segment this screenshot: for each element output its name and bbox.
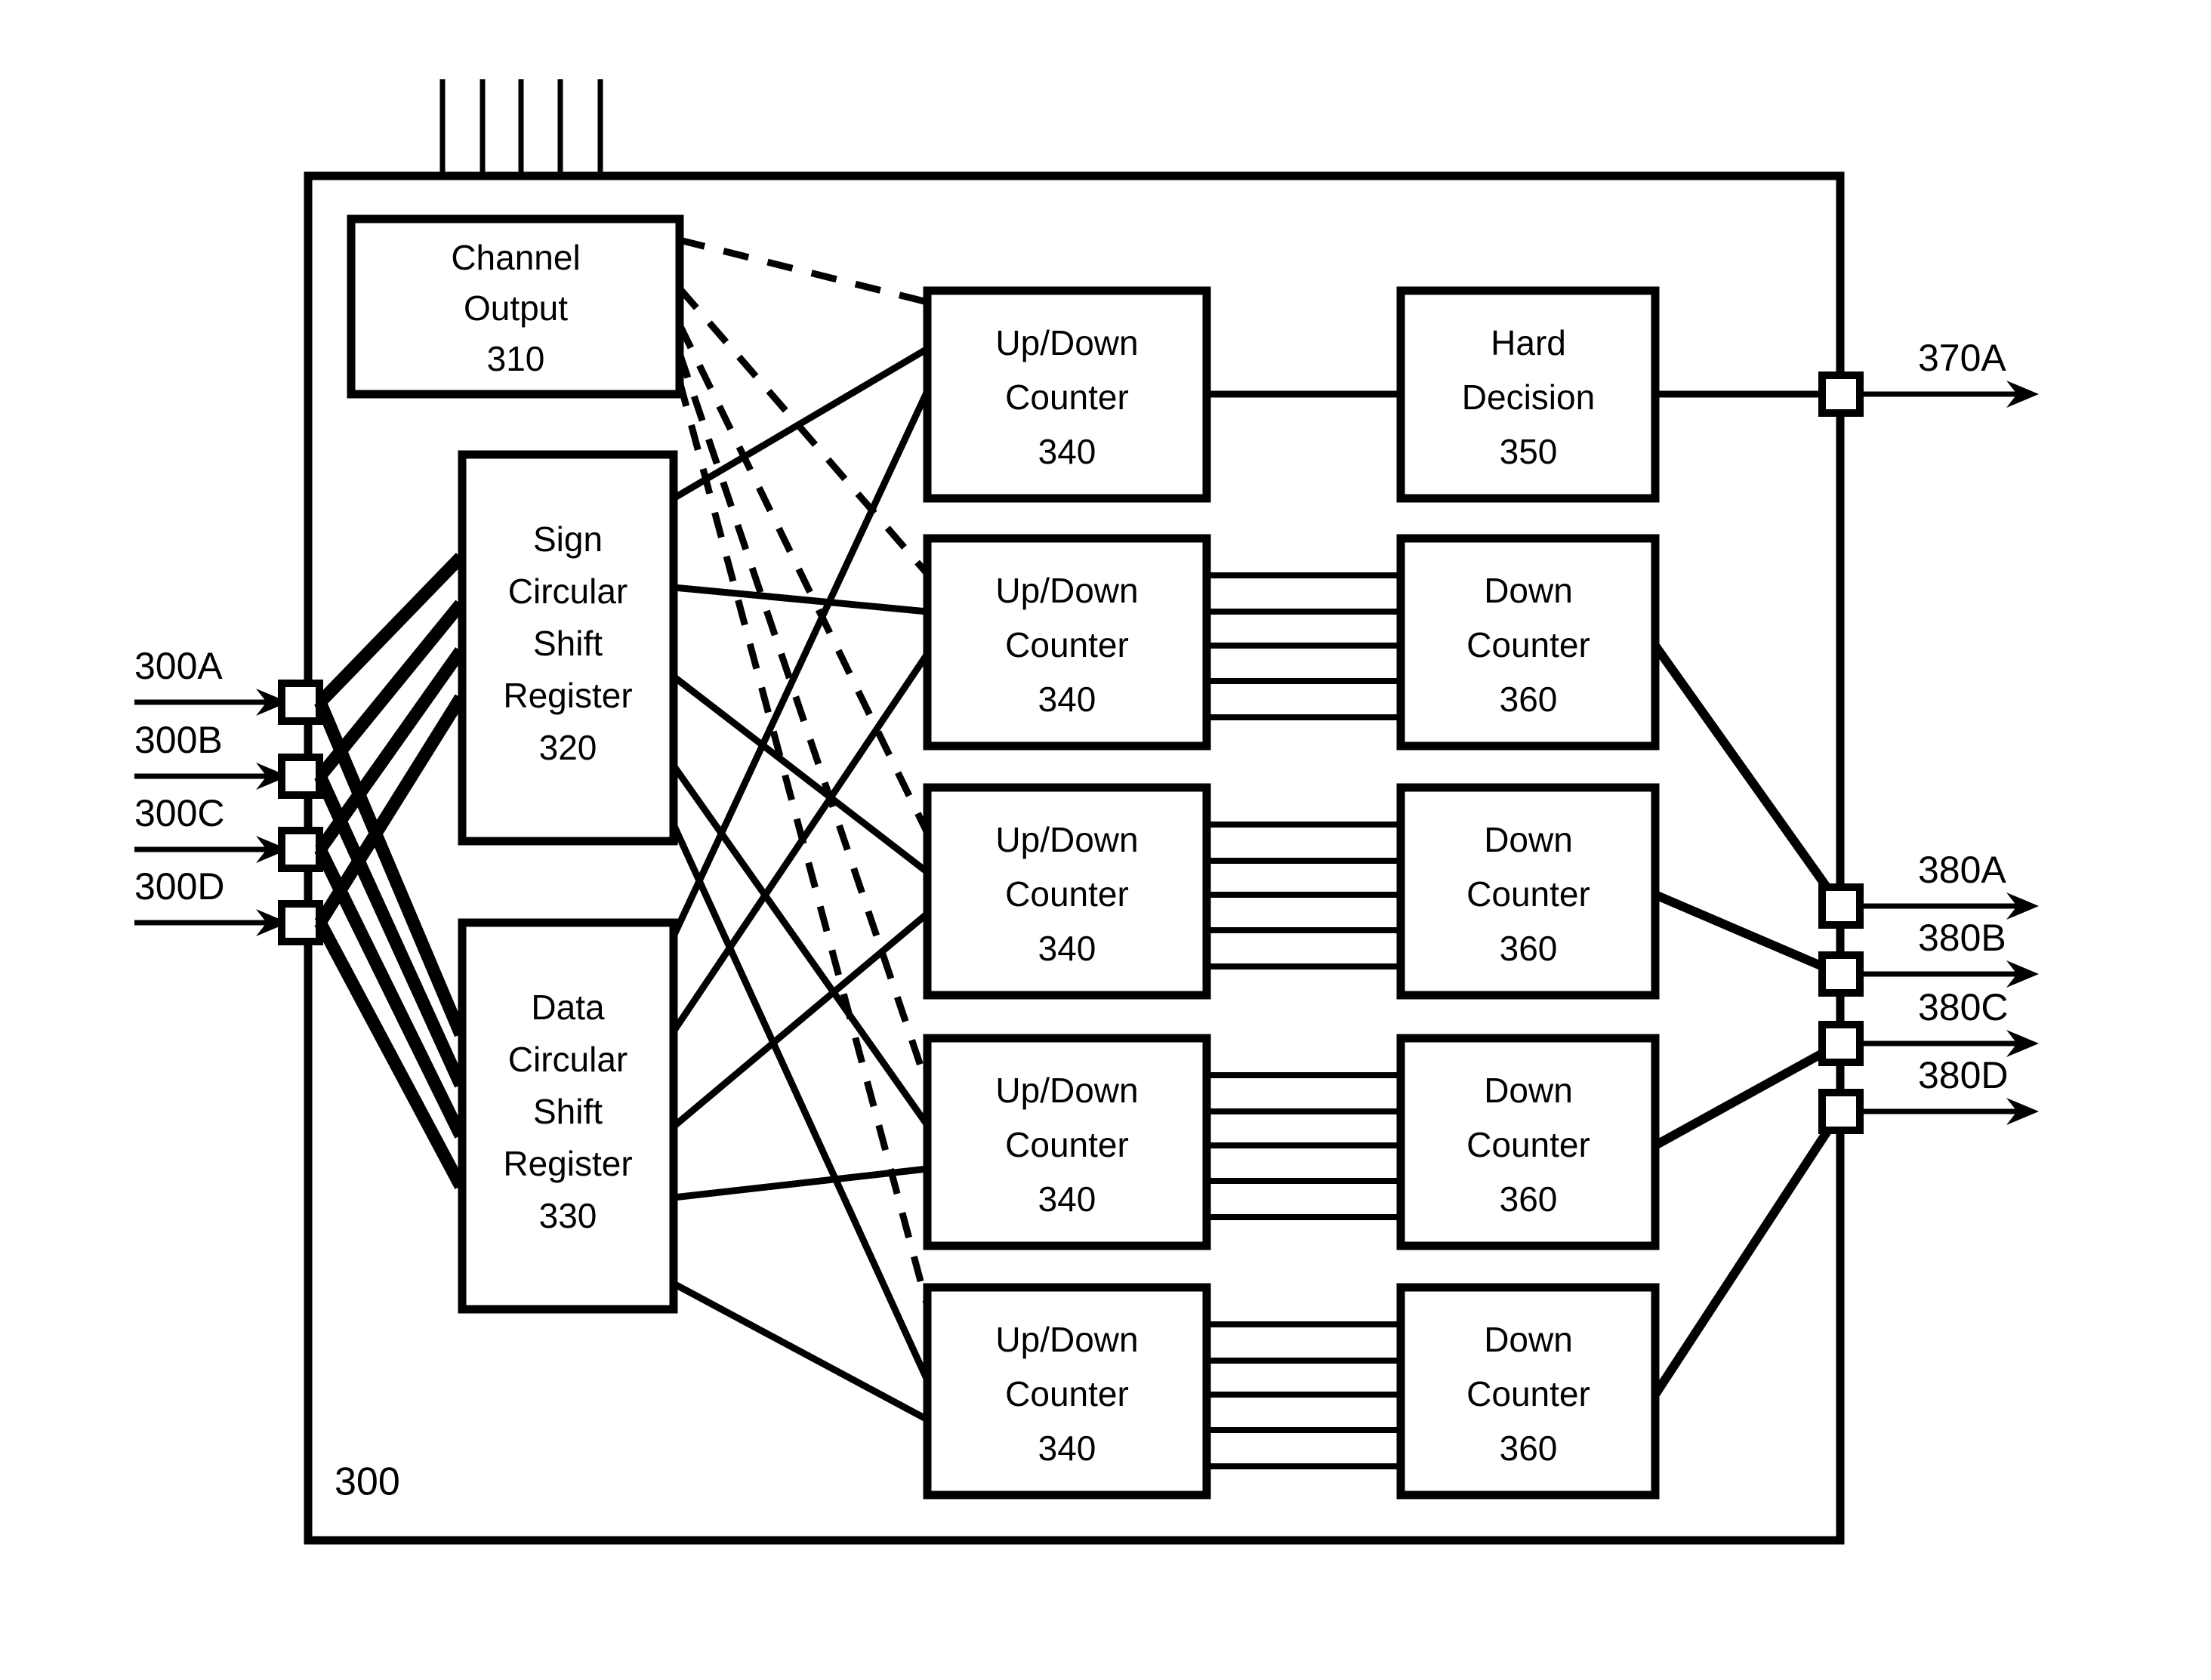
data-sr-ref: 330	[539, 1196, 597, 1235]
block-channel-output-310[interactable]: Channel Output 310	[347, 214, 684, 399]
output-label-380B: 380B	[1918, 917, 2006, 959]
output-label-370A: 370A	[1918, 337, 2006, 379]
sign-sr-ref: 320	[539, 728, 597, 767]
data-sr-line2: Circular	[508, 1040, 628, 1079]
sign-sr-line1: Sign	[533, 519, 603, 559]
dc-4-line1: Down	[1484, 1320, 1573, 1359]
output-label-380D: 380D	[1918, 1054, 2009, 1096]
udc-4-ref: 340	[1038, 1179, 1096, 1219]
block-diagram: 300A 300B 300C 300D Channel Output 310 S…	[0, 0, 2211, 1680]
udc-2-ref: 340	[1038, 680, 1096, 719]
dc-2-line1: Down	[1484, 820, 1573, 859]
hard-decision-line1: Hard	[1491, 323, 1566, 362]
port-square-300A[interactable]	[278, 680, 323, 725]
dc-2-ref: 360	[1500, 929, 1558, 968]
sign-sr-line2: Circular	[508, 572, 628, 611]
dc-2-line2: Counter	[1466, 874, 1590, 914]
dc-1-ref: 360	[1500, 680, 1558, 719]
udc-5-line2: Counter	[1005, 1374, 1129, 1413]
output-label-380C: 380C	[1918, 986, 2009, 1028]
dc-3-line1: Down	[1484, 1071, 1573, 1110]
dc-4-ref: 360	[1500, 1429, 1558, 1468]
data-sr-line4: Register	[503, 1144, 632, 1183]
udc-1-line1: Up/Down	[995, 323, 1138, 362]
block-sign-shift-register-320[interactable]: Sign Circular Shift Register 320	[458, 450, 678, 846]
udc-3-ref: 340	[1038, 929, 1096, 968]
udc-5-ref: 340	[1038, 1429, 1096, 1468]
output-label-380A: 380A	[1918, 849, 2006, 891]
udc-4-line1: Up/Down	[995, 1071, 1138, 1110]
udc-2-line1: Up/Down	[995, 571, 1138, 610]
channel-output-ref: 310	[487, 339, 545, 378]
port-square-380D[interactable]	[1818, 1089, 1864, 1134]
input-label-300A: 300A	[134, 645, 223, 687]
udc-2-line2: Counter	[1005, 625, 1129, 664]
hard-decision-ref: 350	[1500, 432, 1558, 471]
block-data-shift-register-330[interactable]: Data Circular Shift Register 330	[458, 918, 678, 1314]
udc-5-line1: Up/Down	[995, 1320, 1138, 1359]
channel-output-line1: Channel	[451, 238, 580, 277]
figure-canvas: 300A 300B 300C 300D Channel Output 310 S…	[0, 0, 2211, 1680]
sign-sr-line3: Shift	[533, 624, 603, 663]
dc-3-line2: Counter	[1466, 1125, 1590, 1164]
hard-decision-line2: Decision	[1462, 378, 1595, 417]
port-square-300B[interactable]	[278, 754, 323, 799]
sign-sr-line4: Register	[503, 676, 632, 715]
udc-3-line1: Up/Down	[995, 820, 1138, 859]
figure-label-300: 300	[335, 1460, 400, 1504]
dc-1-line2: Counter	[1466, 625, 1590, 664]
input-label-300B: 300B	[134, 719, 223, 761]
port-square-380B[interactable]	[1818, 951, 1864, 997]
input-label-300C: 300C	[134, 792, 225, 834]
port-square-380C[interactable]	[1818, 1021, 1864, 1066]
port-square-380A[interactable]	[1818, 883, 1864, 929]
dc-3-ref: 360	[1500, 1179, 1558, 1219]
input-label-300D: 300D	[134, 865, 225, 908]
channel-output-line2: Output	[464, 288, 568, 328]
data-sr-line1: Data	[531, 988, 605, 1027]
udc-1-line2: Counter	[1005, 378, 1129, 417]
udc-1-ref: 340	[1038, 432, 1096, 471]
data-sr-line3: Shift	[533, 1092, 603, 1131]
port-square-370A[interactable]	[1818, 371, 1864, 417]
dc-4-line2: Counter	[1466, 1374, 1590, 1413]
dc-1-line1: Down	[1484, 571, 1573, 610]
udc-4-line2: Counter	[1005, 1125, 1129, 1164]
port-square-300C[interactable]	[278, 827, 323, 872]
port-square-300D[interactable]	[278, 900, 323, 945]
udc-3-line2: Counter	[1005, 874, 1129, 914]
